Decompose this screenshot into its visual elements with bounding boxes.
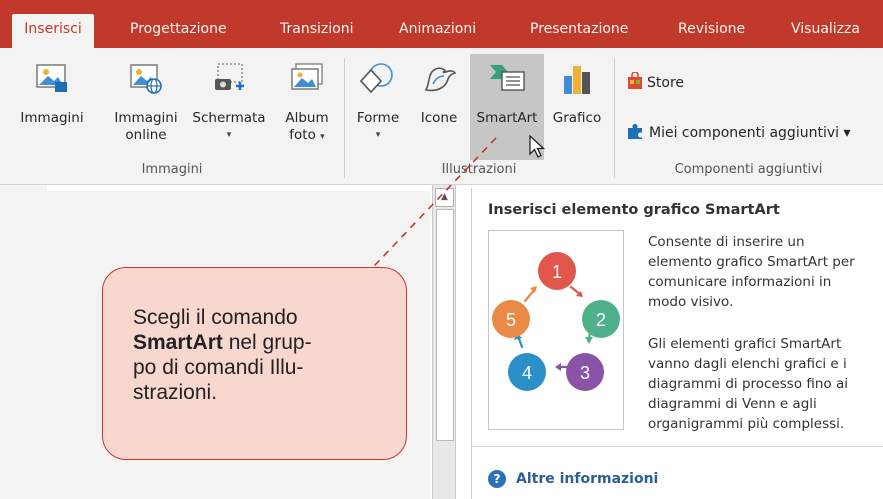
- icone-button[interactable]: Icone: [410, 56, 468, 156]
- vertical-scrollbar[interactable]: ▲: [432, 185, 456, 499]
- tooltip-description-2: Gli elementi grafici SmartArt vanno dagl…: [648, 336, 849, 432]
- chevron-down-icon: ▾: [226, 130, 232, 140]
- cycle-node-3: 3: [580, 363, 590, 383]
- immagini-online-button[interactable]: Immagini online: [106, 56, 186, 156]
- smartart-tooltip: Inserisci elemento grafico SmartArt 1 2 …: [471, 188, 883, 499]
- shapes-icon: [359, 63, 393, 94]
- tab-progettazione[interactable]: Progettazione: [130, 14, 227, 48]
- callout-text: Scegli il comando SmartArt nel grup- po …: [133, 306, 312, 404]
- cycle-node-5: 5: [506, 310, 516, 330]
- chevron-down-icon: ▾: [375, 130, 381, 140]
- group-label-componenti: Componenti aggiuntivi: [674, 162, 823, 177]
- smartart-label: SmartArt: [476, 110, 538, 126]
- slide-area-edge: [47, 185, 430, 191]
- tab-inserisci[interactable]: Inserisci: [12, 14, 94, 48]
- tooltip-description-1: Consente di inserire un elemento grafico…: [648, 234, 855, 310]
- tooltip-divider: [472, 446, 883, 447]
- cycle-node-1: 1: [552, 262, 562, 282]
- cycle-node-4: 4: [522, 363, 532, 383]
- tooltip-title: Inserisci elemento grafico SmartArt: [488, 202, 780, 218]
- immagini-online-label: Immagini online: [114, 110, 178, 143]
- puzzle-icon: [628, 124, 642, 139]
- store-icon: [628, 71, 642, 89]
- chevron-down-icon: ▾: [320, 132, 325, 142]
- miei-componenti-button[interactable]: Miei componenti aggiuntivi ▾: [626, 122, 851, 141]
- tab-presentazione[interactable]: Presentazione: [530, 14, 628, 48]
- immagini-label: Immagini: [20, 110, 84, 126]
- tab-animazioni[interactable]: Animazioni: [399, 14, 476, 48]
- group-separator: [344, 58, 345, 178]
- smartart-icon: [490, 65, 525, 91]
- immagini-button[interactable]: Immagini: [0, 56, 104, 156]
- tab-transizioni[interactable]: Transizioni: [280, 14, 353, 48]
- chart-icon: [564, 66, 590, 94]
- group-separator: [614, 58, 615, 178]
- photo-album-icon: [291, 63, 323, 90]
- scroll-up-icon[interactable]: ▲: [435, 188, 454, 207]
- cycle-node-2: 2: [596, 310, 606, 330]
- tab-revisione[interactable]: Revisione: [678, 14, 745, 48]
- picture-icon: [36, 64, 67, 92]
- grafico-label: Grafico: [552, 110, 602, 126]
- screenshot-icon: [215, 63, 244, 90]
- scrollbar-thumb[interactable]: [436, 209, 454, 441]
- group-label-illustrazioni: Illustrazioni: [441, 162, 517, 177]
- icone-label: Icone: [420, 110, 458, 126]
- chevron-down-icon: ▾: [843, 125, 851, 141]
- tab-visualizza[interactable]: Visualizza: [791, 14, 860, 48]
- ribbon: Immagini Immagini online Schermata ▾ Alb…: [0, 48, 883, 185]
- group-label-immagini: Immagini: [141, 162, 203, 177]
- cycle-diagram-icon: 1 2 3 4 5: [492, 252, 620, 391]
- schermata-label: Schermata ▾: [186, 110, 272, 144]
- smartart-cycle-preview: 1 2 3 4 5: [488, 230, 624, 430]
- album-foto-button[interactable]: Album foto ▾: [274, 56, 340, 156]
- album-foto-label: Album foto ▾: [285, 110, 329, 143]
- altre-informazioni-link[interactable]: ? Altre informazioni: [488, 470, 658, 488]
- online-picture-icon: [130, 64, 162, 94]
- mouse-cursor-icon: [529, 134, 546, 158]
- forme-button[interactable]: Forme ▾: [348, 56, 408, 156]
- store-button[interactable]: Store: [626, 71, 684, 91]
- grafico-button[interactable]: Grafico: [546, 56, 608, 156]
- schermata-button[interactable]: Schermata ▾: [186, 56, 272, 156]
- bird-icon: [424, 67, 457, 92]
- forme-label: Forme ▾: [348, 110, 408, 144]
- instruction-callout: Scegli il comando SmartArt nel grup- po …: [102, 267, 407, 460]
- help-icon: ?: [488, 470, 506, 488]
- ribbon-tab-bar: Inserisci Progettazione Transizioni Anim…: [0, 0, 883, 48]
